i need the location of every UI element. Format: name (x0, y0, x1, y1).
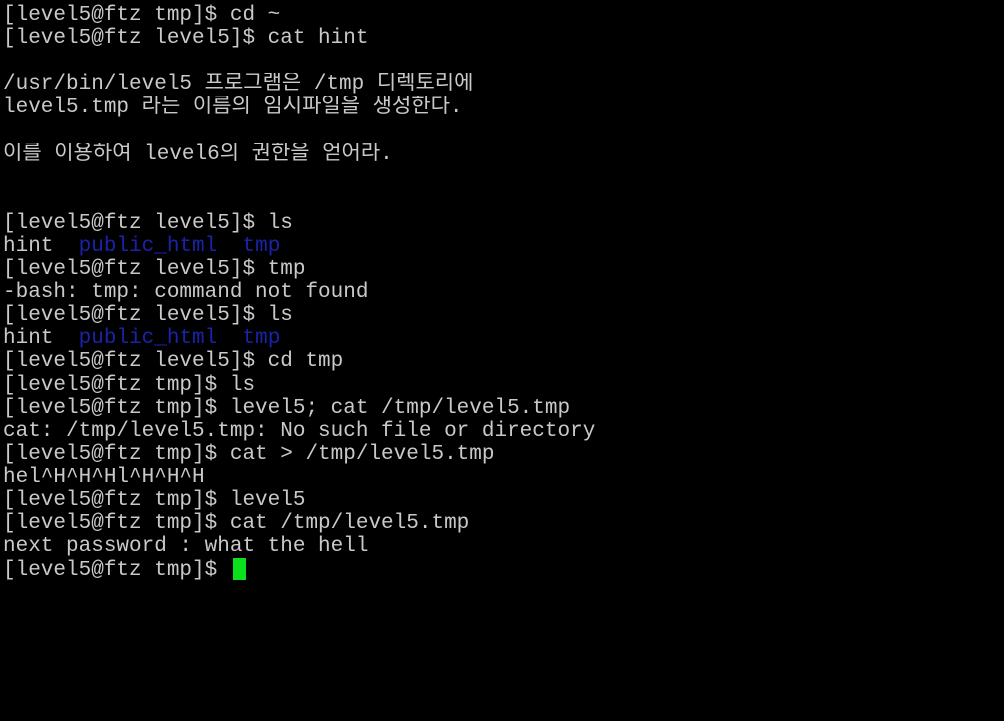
terminal-line: [level5@ftz level5]$ ls (3, 304, 293, 328)
terminal-line: [level5@ftz level5]$ ls (3, 211, 293, 235)
terminal-line: hel^H^H^Hl^H^H^H (3, 465, 205, 489)
terminal-line: [level5@ftz tmp]$ ls (3, 373, 256, 397)
terminal-line: [level5@ftz tmp]$ level5; cat /tmp/level… (3, 396, 571, 420)
terminal-line: [level5@ftz tmp]$ cd ~ (3, 4, 281, 27)
terminal-line: [level5@ftz level5]$ cd tmp (3, 350, 344, 374)
terminal-line: [level5@ftz level5]$ cat hint (3, 27, 369, 51)
terminal-line: [level5@ftz tmp]$ level5 (3, 488, 306, 512)
ls-file-hint: hint (3, 234, 54, 258)
terminal-line: [level5@ftz tmp]$ cat /tmp/level5.tmp (3, 512, 470, 536)
prompt-line[interactable]: [level5@ftz tmp]$ (3, 558, 1004, 581)
ls-dir-public-html: public_html (78, 234, 218, 258)
terminal-line: [level5@ftz level5]$ tmp (3, 258, 306, 282)
ls-dir-tmp: tmp (242, 234, 281, 258)
terminal-line: cat: /tmp/level5.tmp: No such file or di… (3, 419, 596, 443)
ls-output-line: hint public_html tmp (3, 327, 1004, 350)
terminal-line: next password : what the hell (3, 535, 369, 559)
shell-prompt: [level5@ftz tmp]$ (3, 559, 230, 582)
ls-dir-tmp: tmp (242, 327, 281, 351)
terminal-window[interactable]: [level5@ftz tmp]$ cd ~ [level5@ftz level… (0, 0, 1004, 721)
terminal-line: -bash: tmp: command not found (3, 281, 369, 305)
ls-file-hint: hint (3, 327, 54, 351)
terminal-line: level5.tmp 라는 이름의 임시파일을 생성한다. (3, 96, 463, 120)
terminal-line: /usr/bin/level5 프로그램은 /tmp 디렉토리에 (3, 73, 474, 97)
terminal-line: [level5@ftz tmp]$ cat > /tmp/level5.tmp (3, 442, 495, 466)
ls-output-line: hint public_html tmp (3, 235, 1004, 258)
terminal-line: 이를 이용하여 level6의 권한을 얻어라. (3, 142, 393, 166)
text-cursor (232, 558, 246, 581)
ls-dir-public-html: public_html (78, 327, 218, 351)
